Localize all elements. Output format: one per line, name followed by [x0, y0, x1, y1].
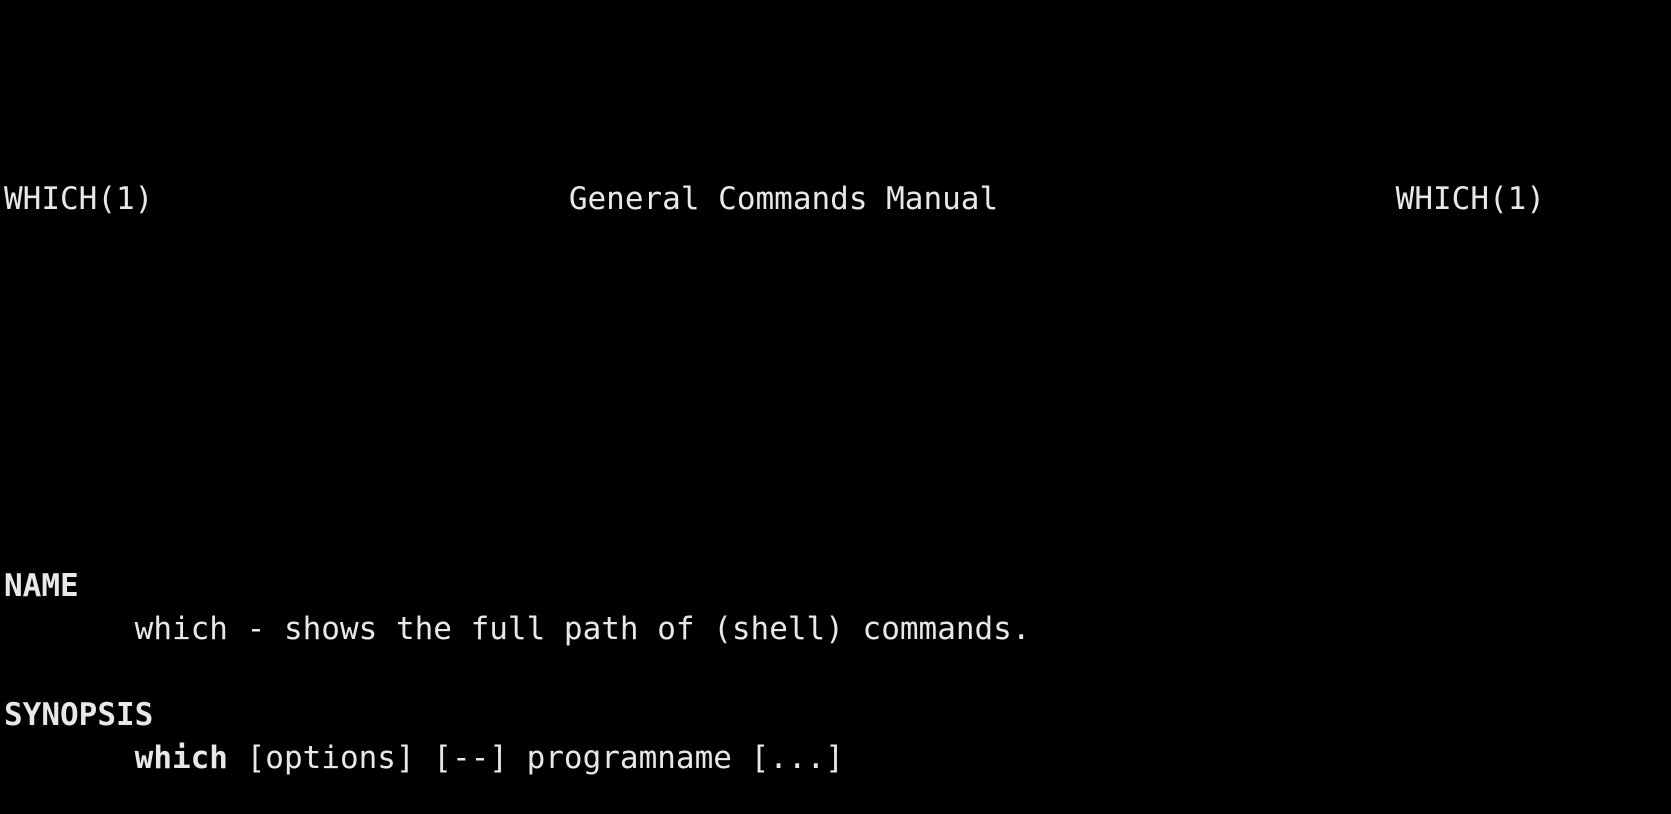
body-line: which - shows the full path of (shell) c…: [0, 608, 1671, 651]
bold-text: which: [134, 740, 228, 776]
section-heading-synopsis: SYNOPSIS: [4, 697, 154, 733]
man-page-content: WHICH(1) General Commands Manual WHICH(1…: [0, 6, 1671, 814]
section-heading-name: NAME: [4, 568, 79, 604]
man-header-right: WHICH(1): [1395, 181, 1545, 217]
man-header-title: General Commands Manual: [568, 181, 999, 217]
man-sections: NAME which - shows the full path of (she…: [0, 565, 1671, 814]
body-line: which [options] [--] programname [...]: [0, 737, 1671, 780]
terminal-window[interactable]: WHICH(1) General Commands Manual WHICH(1…: [0, 0, 1671, 814]
text: which - shows the full path of (shell) c…: [134, 611, 1031, 647]
text: [options] [--] programname [...]: [227, 740, 844, 776]
man-header-line: WHICH(1) General Commands Manual WHICH(1…: [0, 178, 1545, 221]
man-header-left: WHICH(1): [4, 181, 154, 217]
